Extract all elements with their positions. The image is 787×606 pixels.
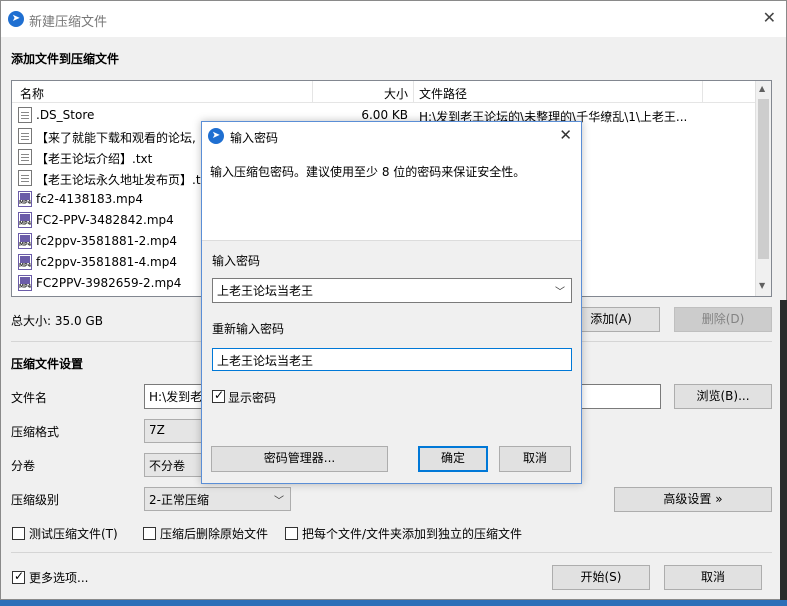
password-value: 上老王论坛当老王 bbox=[217, 284, 314, 298]
column-path[interactable]: 文件路径 bbox=[419, 85, 467, 102]
file-name: fc2ppv-3581881-4.mp4 bbox=[36, 255, 177, 269]
confirm-password-input[interactable]: 上老王论坛当老王 bbox=[212, 348, 572, 371]
document-icon bbox=[18, 170, 32, 186]
dialog-description-area: 输入压缩包密码。建议使用至少 8 位的密码来保证安全性。 bbox=[202, 151, 581, 241]
chevron-down-icon[interactable]: ﹀ bbox=[555, 283, 565, 298]
show-password-checkbox[interactable] bbox=[212, 388, 225, 403]
separate-archives-checkbox[interactable] bbox=[285, 527, 298, 540]
dialog-cancel-button[interactable]: 取消 bbox=[499, 446, 571, 472]
file-name: FC2-PPV-3482842.mp4 bbox=[36, 213, 174, 227]
file-name: fc2ppv-3581881-2.mp4 bbox=[36, 234, 177, 248]
test-archive-label[interactable]: 测试压缩文件(T) bbox=[29, 525, 118, 542]
list-header: 名称 大小 文件路径 bbox=[12, 81, 757, 103]
delete-button[interactable]: 删除(D) bbox=[674, 307, 772, 332]
window-title: 新建压缩文件 bbox=[29, 15, 108, 30]
level-label: 压缩级别 bbox=[11, 493, 60, 507]
divider bbox=[11, 552, 772, 553]
password-label: 输入密码 bbox=[212, 254, 261, 268]
mp4-icon bbox=[18, 254, 32, 270]
close-icon[interactable]: ✕ bbox=[559, 126, 572, 144]
dialog-title: 输入密码 bbox=[230, 131, 279, 145]
more-options-label[interactable]: 更多选项... bbox=[29, 569, 88, 586]
start-button[interactable]: 开始(S) bbox=[552, 565, 650, 590]
mp4-icon bbox=[18, 275, 32, 291]
mp4-icon bbox=[18, 212, 32, 228]
file-size: 6.00 KB bbox=[361, 108, 408, 122]
file-name: fc2-4138183.mp4 bbox=[36, 192, 143, 206]
ok-button[interactable]: 确定 bbox=[418, 446, 488, 472]
document-icon bbox=[18, 107, 32, 123]
document-icon bbox=[18, 128, 32, 144]
document-icon bbox=[18, 149, 32, 165]
format-value: 7Z bbox=[149, 423, 165, 437]
header-divider bbox=[413, 81, 414, 103]
split-label: 分卷 bbox=[11, 459, 36, 473]
advanced-settings-button[interactable]: 高级设置 » bbox=[614, 487, 772, 512]
scroll-down-icon[interactable]: ▼ bbox=[759, 281, 765, 290]
password-manager-button[interactable]: 密码管理器... bbox=[211, 446, 388, 472]
column-name[interactable]: 名称 bbox=[20, 85, 44, 102]
header-divider bbox=[702, 81, 703, 103]
close-icon[interactable]: ✕ bbox=[763, 8, 776, 27]
taskbar-edge bbox=[0, 600, 787, 606]
password-input[interactable]: 上老王论坛当老王 ﹀ bbox=[212, 278, 572, 303]
bandizip-app-icon: ➤ bbox=[208, 128, 224, 144]
password-dialog: ➤ 输入密码 ✕ 输入压缩包密码。建议使用至少 8 位的密码来保证安全性。 输入… bbox=[201, 121, 582, 484]
split-value: 不分卷 bbox=[149, 459, 186, 473]
scroll-up-icon[interactable]: ▲ bbox=[759, 84, 765, 93]
file-name: 【老王论坛永久地址发布页】.t bbox=[36, 173, 201, 187]
separate-archives-label[interactable]: 把每个文件/文件夹添加到独立的压缩文件 bbox=[302, 525, 522, 542]
mp4-icon bbox=[18, 191, 32, 207]
dialog-title-bar: ➤ 输入密码 ✕ bbox=[202, 122, 581, 151]
file-name: 【来了就能下载和观看的论坛, bbox=[36, 131, 196, 145]
total-size: 总大小: 35.0 GB bbox=[11, 314, 103, 328]
filename-label: 文件名 bbox=[11, 391, 48, 405]
delete-after-label[interactable]: 压缩后删除原始文件 bbox=[160, 525, 268, 542]
title-bar: ➤ 新建压缩文件 ✕ bbox=[1, 1, 786, 37]
more-options-checkbox[interactable] bbox=[12, 569, 25, 584]
file-name: FC2PPV-3982659-2.mp4 bbox=[36, 276, 182, 290]
browse-button[interactable]: 浏览(B)... bbox=[674, 384, 772, 409]
settings-section-title: 压缩文件设置 bbox=[11, 357, 84, 371]
background-window bbox=[780, 300, 787, 600]
file-name: .DS_Store bbox=[36, 108, 95, 122]
level-value: 2-正常压缩 bbox=[149, 493, 209, 507]
level-select[interactable]: 2-正常压缩 ﹀ bbox=[144, 487, 291, 511]
files-section-title: 添加文件到压缩文件 bbox=[11, 52, 120, 66]
format-label: 压缩格式 bbox=[11, 425, 60, 439]
column-size[interactable]: 大小 bbox=[312, 85, 408, 102]
test-archive-checkbox[interactable] bbox=[12, 527, 25, 540]
show-password-label[interactable]: 显示密码 bbox=[228, 389, 276, 406]
file-list-scrollbar[interactable]: ▲ ▼ bbox=[755, 81, 771, 296]
chevron-down-icon: ﹀ bbox=[274, 496, 284, 507]
dialog-description: 输入压缩包密码。建议使用至少 8 位的密码来保证安全性。 bbox=[210, 165, 526, 179]
mp4-icon bbox=[18, 233, 32, 249]
cancel-button[interactable]: 取消 bbox=[664, 565, 762, 590]
delete-after-checkbox[interactable] bbox=[143, 527, 156, 540]
bandizip-app-icon: ➤ bbox=[8, 11, 24, 27]
file-name: 【老王论坛介绍】.txt bbox=[36, 152, 153, 166]
confirm-password-label: 重新输入密码 bbox=[212, 322, 285, 336]
scrollbar-thumb[interactable] bbox=[758, 99, 769, 259]
